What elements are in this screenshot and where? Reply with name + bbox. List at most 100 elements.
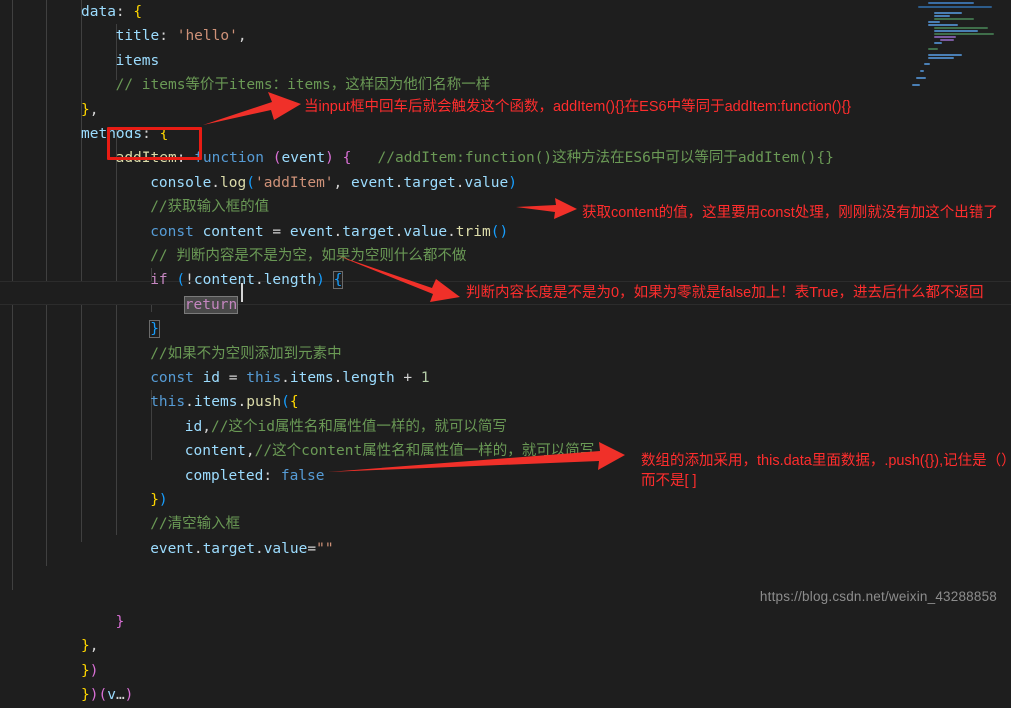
code-line[interactable]: content,//这个content属性名和属性值一样的，就可以简写	[185, 439, 594, 463]
note-trigger-function: 当input框中回车后就会触发这个函数，addItem(){}在ES6中等同于a…	[304, 99, 852, 115]
code-token: )	[508, 174, 517, 191]
code-token: .	[185, 394, 194, 411]
code-token: )	[325, 150, 334, 167]
code-line[interactable]: return	[183, 293, 239, 317]
code-line[interactable]: })	[81, 659, 98, 683]
code-token: value	[403, 223, 448, 240]
code-token: }	[81, 662, 90, 679]
code-line[interactable]: //清空输入框	[150, 512, 240, 536]
code-line[interactable]: },	[81, 98, 98, 122]
code-token: //清空输入框	[150, 516, 241, 533]
code-line[interactable]: // 判断内容是不是为空，如果为空则什么都不做	[150, 244, 466, 268]
code-token: target	[403, 174, 456, 191]
code-token: .	[254, 272, 264, 289]
code-line[interactable]: this.items.push({	[150, 390, 298, 414]
indent-guide	[46, 0, 47, 566]
code-token: // items等价于items：items，这样因为他们名称一样	[115, 77, 491, 94]
indent-guide	[116, 129, 117, 535]
note-length-check: 判断内容长度是不是为0，如果为零就是false加上！表True，进去后什么都不返…	[466, 285, 984, 301]
code-token: length	[342, 370, 395, 386]
code-minimap[interactable]	[910, 0, 1011, 150]
code-line[interactable]: })(v…)	[81, 683, 133, 707]
code-token: ()	[490, 223, 509, 240]
code-line[interactable]: id,//这个id属性名和属性值一样的，就可以简写	[185, 415, 507, 439]
minimap-row	[928, 21, 940, 23]
minimap-row	[934, 33, 994, 35]
code-line[interactable]: //如果不为空则添加到元素中	[150, 342, 341, 366]
code-line[interactable]: //获取输入框的值	[150, 195, 269, 219]
code-line[interactable]: }	[149, 317, 160, 341]
code-token: this	[246, 370, 282, 386]
code-line[interactable]: methods: {	[81, 122, 168, 146]
code-line[interactable]: },	[81, 634, 98, 658]
code-token: =	[307, 540, 317, 557]
code-token: //这个content属性名和属性值一样的，就可以简写	[254, 443, 595, 460]
code-token: ,	[89, 638, 99, 655]
code-line[interactable]: if (!content.length) {	[150, 268, 344, 292]
code-token: content	[193, 272, 255, 289]
code-line[interactable]: completed: false	[185, 464, 325, 488]
code-token: items	[289, 370, 334, 386]
code-token: .	[333, 223, 343, 240]
watermark-url: https://blog.csdn.net/weixin_43288858	[759, 589, 997, 604]
code-token: :	[115, 4, 134, 20]
code-token: //如果不为空则添加到元素中	[150, 345, 342, 362]
code-token: :	[142, 126, 160, 142]
minimap-row	[934, 27, 988, 29]
code-token: .	[193, 540, 203, 557]
minimap-row	[928, 54, 962, 56]
code-token: }	[115, 614, 125, 630]
minimap-row	[928, 2, 974, 4]
code-token: content	[184, 443, 246, 460]
minimap-row	[928, 57, 954, 59]
minimap-row	[934, 36, 956, 38]
code-token: false	[280, 467, 325, 484]
code-token: .	[447, 223, 456, 240]
indent-guide	[12, 0, 13, 590]
code-token: event	[351, 174, 395, 191]
code-editor[interactable]: data: {title: 'hello', items // items等价于it…	[0, 0, 1011, 703]
code-token: {	[159, 126, 169, 142]
code-token: .	[333, 370, 343, 386]
code-line[interactable]: title: 'hello',	[116, 24, 247, 48]
minimap-row	[934, 30, 978, 32]
note-array-push: 数组的添加采用，this.data里面数据，.push({}),记住是（）而不是…	[641, 453, 1009, 489]
code-line[interactable]: data: {	[81, 0, 142, 24]
code-token: .	[237, 394, 247, 411]
code-token: {	[332, 271, 344, 290]
minimap-row	[934, 18, 974, 20]
code-line[interactable]: }	[116, 610, 125, 634]
code-line[interactable]: items	[116, 49, 160, 73]
code-token: id	[202, 370, 221, 386]
code-token: //addItem:function()这种方法在ES6中可以等同于addIte…	[377, 150, 834, 167]
code-line[interactable]: // items等价于items：items，这样因为他们名称一样	[116, 73, 491, 97]
minimap-row	[928, 48, 938, 50]
code-line[interactable]: addItem: function (event) { //addItem:fu…	[116, 146, 834, 170]
code-line[interactable]: const id = this.items.length + 1	[150, 366, 429, 390]
code-line[interactable]: })	[150, 488, 167, 512]
code-token: ,	[237, 28, 247, 45]
code-token: {	[289, 394, 299, 411]
code-token: items	[193, 394, 238, 411]
code-token: value	[263, 540, 308, 557]
code-token: +	[403, 370, 413, 386]
code-token: }	[149, 320, 160, 339]
code-token: =	[220, 370, 247, 386]
code-token: …	[115, 687, 125, 704]
code-line[interactable]: const content = event.target.value.trim(…	[150, 220, 508, 244]
code-token: event	[281, 150, 326, 167]
code-token: trim	[455, 223, 491, 240]
code-token: 'addItem'	[254, 174, 334, 191]
code-line[interactable]: console.log('addItem', event.target.valu…	[150, 171, 517, 195]
code-token: items	[115, 52, 160, 69]
code-line[interactable]: event.target.value=""	[150, 537, 333, 561]
minimap-row	[934, 12, 962, 14]
code-token: }	[81, 687, 90, 704]
code-token: value	[464, 174, 509, 191]
code-token: if	[150, 272, 168, 289]
code-token: push	[246, 394, 282, 411]
code-token: )	[89, 687, 99, 704]
